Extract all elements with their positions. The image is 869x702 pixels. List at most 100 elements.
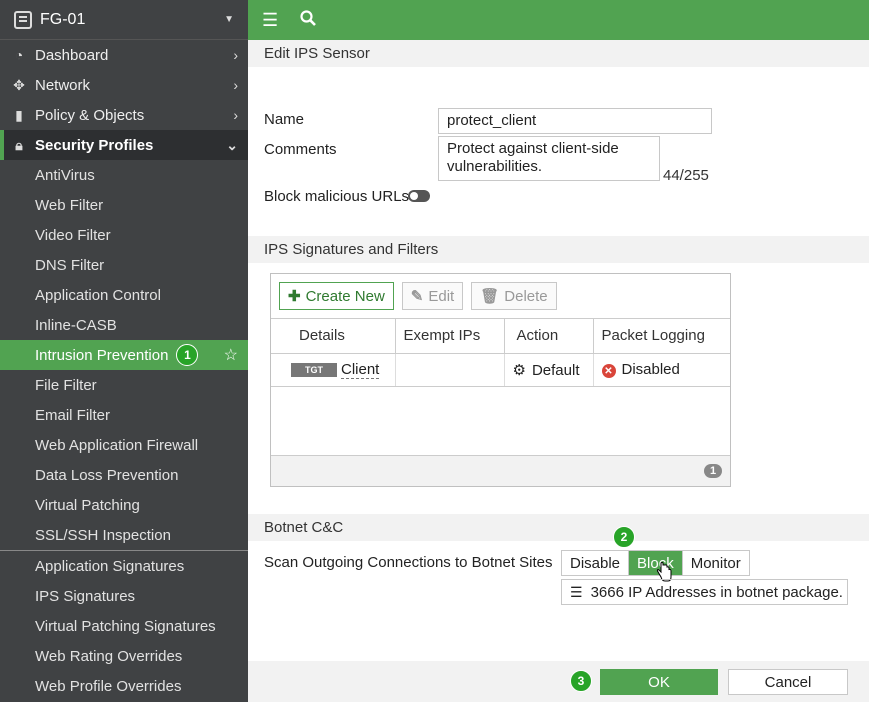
delete-label: Delete — [504, 287, 548, 305]
chevron-right-icon: › — [233, 77, 238, 93]
table-footer: 1 — [271, 455, 730, 486]
sidebar-item-label: Web Filter — [35, 196, 104, 214]
dialog-footer: 3 OK Cancel — [248, 661, 869, 702]
logging-cell: ✕ Disabled — [593, 353, 730, 387]
cancel-button[interactable]: Cancel — [728, 669, 848, 695]
sidebar-item-label: Policy & Objects — [35, 106, 145, 124]
step-badge: 3 — [570, 670, 592, 692]
sidebar-item-label: SSL/SSH Inspection — [35, 526, 171, 544]
sidebar-item-application-control[interactable]: Application Control — [0, 280, 248, 310]
monitor-option[interactable]: Monitor — [683, 551, 749, 575]
sidebar-item-label: Virtual Patching — [35, 496, 140, 514]
sidebar-item-dashboard[interactable]: ◔ Dashboard › — [0, 40, 248, 70]
sidebar-item-email-filter[interactable]: Email Filter — [0, 400, 248, 430]
sidebar-item-label: Web Application Firewall — [35, 436, 199, 454]
sidebar-item-dns-filter[interactable]: DNS Filter — [0, 250, 248, 280]
sidebar-item-application-signatures[interactable]: Application Signatures — [0, 551, 248, 581]
sidebar-item-label: DNS Filter — [35, 256, 105, 274]
action-value: Default — [531, 361, 580, 379]
name-label: Name — [264, 111, 305, 128]
sidebar-item-label: Intrusion Prevention — [35, 346, 169, 364]
table-row[interactable]: TGT Client ⚙ Default ✕ Disabled — [271, 353, 730, 387]
block-urls-toggle[interactable] — [408, 190, 430, 202]
comments-textarea[interactable]: Protect against client-side vulnerabilit… — [438, 136, 660, 181]
list-icon: ☰ — [570, 583, 583, 600]
hamburger-icon[interactable]: ☰ — [262, 10, 278, 31]
botnet-info-text: 3666 IP Addresses in botnet package. — [590, 583, 843, 601]
comments-counter: 44/255 — [663, 167, 709, 184]
sidebar-item-label: File Filter — [35, 376, 97, 394]
sidebar-item-waf[interactable]: Web Application Firewall — [0, 430, 248, 460]
star-icon[interactable]: ☆ — [224, 345, 238, 365]
policy-icon: ▮ — [15, 106, 23, 123]
sidebar-item-virtual-patching-signatures[interactable]: Virtual Patching Signatures — [0, 611, 248, 641]
column-header[interactable]: Action — [504, 319, 594, 354]
search-icon[interactable] — [300, 9, 317, 31]
edit-button[interactable]: ✎ Edit — [401, 282, 464, 310]
step-badge: 2 — [613, 526, 635, 548]
sidebar-item-label: AntiVirus — [35, 166, 95, 184]
chevron-right-icon: › — [233, 47, 238, 63]
sidebar-item-label: Web Rating Overrides — [35, 647, 183, 665]
sidebar-item-policy-objects[interactable]: ▮ Policy & Objects › — [0, 100, 248, 130]
sidebar-item-antivirus[interactable]: AntiVirus — [0, 160, 248, 190]
pencil-icon: ✎ — [410, 288, 424, 305]
signatures-section-title: IPS Signatures and Filters — [248, 236, 869, 263]
sidebar-item-security-profiles[interactable]: 🔒︎ Security Profiles ⌄ — [0, 130, 248, 160]
signatures-table: Details Exempt IPs Action Packet Logging… — [271, 319, 730, 387]
botnet-scan-label: Scan Outgoing Connections to Botnet Site… — [264, 554, 553, 571]
sidebar-item-label: Network — [35, 76, 91, 94]
logging-value: Disabled — [621, 360, 680, 378]
sidebar-item-label: Dashboard — [35, 46, 109, 64]
sidebar-item-web-profile-overrides[interactable]: Web Profile Overrides — [0, 671, 248, 701]
sidebar-item-ssl-ssh-inspection[interactable]: SSL/SSH Inspection — [0, 520, 248, 550]
create-new-label: Create New — [305, 287, 385, 305]
block-urls-label: Block malicious URLs — [264, 188, 410, 205]
create-new-button[interactable]: ✚ Create New — [279, 282, 394, 310]
sidebar-item-label: Inline-CASB — [35, 316, 117, 334]
ok-button[interactable]: OK — [600, 669, 718, 695]
sidebar-item-label: Application Signatures — [35, 557, 185, 575]
dashboard-icon: ◔ — [14, 47, 24, 63]
botnet-info-box[interactable]: ☰ 3666 IP Addresses in botnet package. — [561, 579, 848, 605]
delete-button[interactable]: 🗑︎ Delete — [471, 282, 557, 310]
exempt-cell — [395, 353, 505, 387]
sidebar-item-file-filter[interactable]: File Filter — [0, 370, 248, 400]
device-name: FG-01 — [40, 10, 86, 28]
page-title: Edit IPS Sensor — [248, 40, 869, 67]
sidebar-item-label: Video Filter — [35, 226, 111, 244]
gear-icon: ⚙ — [512, 361, 526, 379]
comments-label: Comments — [264, 141, 337, 158]
sidebar-item-inline-casb[interactable]: Inline-CASB — [0, 310, 248, 340]
sidebar-item-web-rating-overrides[interactable]: Web Rating Overrides — [0, 641, 248, 671]
sidebar-item-label: Security Profiles — [35, 136, 154, 154]
sidebar-item-intrusion-prevention[interactable]: Intrusion Prevention 1 ☆ — [0, 340, 248, 370]
disabled-icon: ✕ — [601, 364, 616, 379]
step-badge: 1 — [176, 344, 199, 366]
sidebar-item-ips-signatures[interactable]: IPS Signatures — [0, 581, 248, 611]
disable-option[interactable]: Disable — [562, 551, 630, 575]
trash-icon: 🗑︎ — [480, 288, 500, 305]
device-icon — [14, 10, 32, 29]
sidebar-item-video-filter[interactable]: Video Filter — [0, 220, 248, 250]
sidebar-item-dlp[interactable]: Data Loss Prevention — [0, 460, 248, 490]
plus-icon: ✚ — [288, 288, 301, 305]
column-header[interactable]: Packet Logging — [593, 319, 730, 354]
device-selector[interactable]: FG-01 ▼ — [0, 0, 248, 40]
column-header[interactable]: Details — [271, 319, 396, 354]
action-cell: ⚙ Default — [504, 353, 594, 387]
details-cell: TGT Client — [271, 353, 396, 387]
chevron-down-icon: ⌄ — [226, 136, 238, 153]
sidebar-item-web-filter[interactable]: Web Filter — [0, 190, 248, 220]
name-input[interactable]: protect_client — [438, 108, 712, 134]
column-header[interactable]: Exempt IPs — [395, 319, 505, 354]
sidebar-item-network[interactable]: ✥ Network › — [0, 70, 248, 100]
main-panel: Edit IPS Sensor Name protect_client Comm… — [248, 40, 869, 702]
target-tag: TGT — [291, 363, 337, 378]
sidebar-item-label: IPS Signatures — [35, 587, 136, 605]
signatures-toolbar: ✚ Create New ✎ Edit 🗑︎ Delete — [271, 274, 730, 319]
edit-label: Edit — [428, 287, 455, 305]
sidebar-item-virtual-patching[interactable]: Virtual Patching — [0, 490, 248, 520]
lock-icon: 🔒︎ — [15, 136, 23, 153]
sidebar-item-label: Web Profile Overrides — [35, 677, 182, 695]
